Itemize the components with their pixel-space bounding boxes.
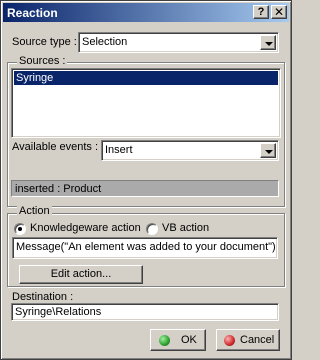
- cancel-button[interactable]: Cancel: [216, 329, 280, 351]
- ok-button[interactable]: OK: [150, 329, 206, 351]
- ok-icon: [159, 335, 170, 346]
- vb-action-radio-label[interactable]: VB action: [162, 222, 209, 234]
- cancel-icon: [224, 335, 235, 346]
- ok-label: OK: [181, 334, 197, 346]
- action-expression-text: Message("An element was added to your do…: [16, 241, 276, 253]
- destination-label: Destination :: [12, 291, 74, 303]
- destination-value: Syringe\Relations: [15, 306, 102, 318]
- list-item-selected[interactable]: Syringe: [14, 71, 278, 85]
- window-title: Reaction: [7, 6, 58, 20]
- edit-action-button[interactable]: Edit action...: [19, 265, 143, 284]
- help-button[interactable]: ?: [253, 5, 269, 19]
- chevron-down-icon[interactable]: [260, 35, 276, 50]
- destination-field[interactable]: Syringe\Relations: [11, 303, 279, 321]
- cancel-label: Cancel: [240, 334, 275, 346]
- available-events-label: Available events :: [12, 141, 99, 153]
- available-events-value: Insert: [105, 144, 133, 156]
- vb-action-radio[interactable]: [146, 223, 158, 235]
- available-events-combo[interactable]: Insert: [101, 140, 279, 161]
- source-type-value: Selection: [82, 36, 128, 48]
- title-bar[interactable]: Reaction ? ✕: [3, 3, 289, 22]
- chevron-down-icon[interactable]: [260, 143, 276, 158]
- source-type-label: Source type :: [12, 36, 77, 48]
- source-type-combo[interactable]: Selection: [78, 32, 279, 53]
- reaction-dialog: Reaction ? ✕ Source type : Selection Sou…: [0, 0, 292, 360]
- sources-list[interactable]: Syringe: [11, 68, 281, 138]
- action-expression-field[interactable]: Message("An element was added to your do…: [12, 237, 278, 259]
- close-button[interactable]: ✕: [271, 5, 287, 19]
- sources-legend: Sources :: [17, 55, 68, 67]
- action-legend: Action: [17, 205, 52, 217]
- knowledgeware-radio[interactable]: [14, 223, 26, 235]
- status-field: inserted : Product: [11, 180, 279, 197]
- knowledgeware-radio-label[interactable]: Knowledgeware action: [30, 222, 141, 234]
- status-text: inserted : Product: [15, 183, 102, 195]
